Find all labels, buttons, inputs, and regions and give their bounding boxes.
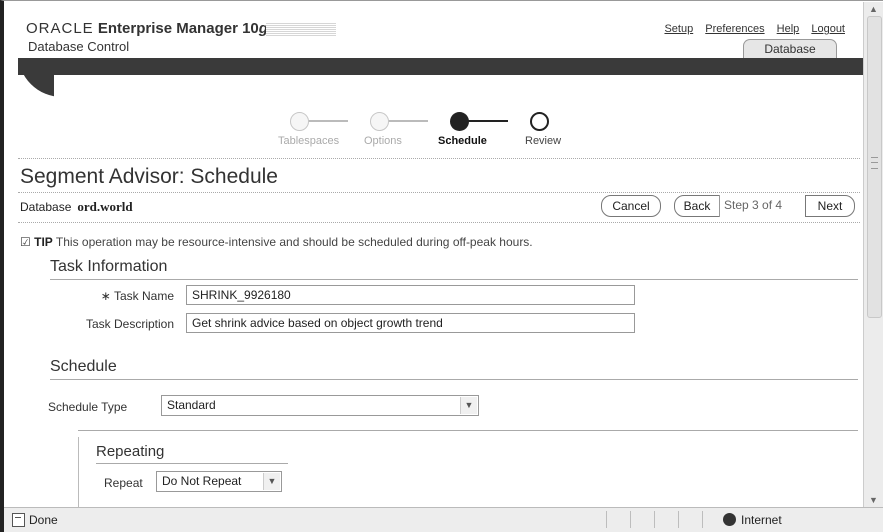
brand-subtitle: Database Control bbox=[28, 39, 130, 54]
train-connector bbox=[463, 120, 508, 122]
train-connector bbox=[383, 120, 428, 122]
status-text: Done bbox=[29, 513, 58, 527]
tip-text: This operation may be resource-intensive… bbox=[55, 235, 533, 249]
section-repeating: Repeating bbox=[96, 443, 165, 460]
page-title: Segment Advisor: Schedule bbox=[20, 165, 278, 188]
group-border bbox=[78, 437, 79, 507]
oracle-logo: ORACLE Enterprise Manager 10g bbox=[26, 20, 268, 37]
security-zone: Internet bbox=[741, 513, 782, 527]
scroll-up-icon[interactable]: ▲ bbox=[866, 2, 881, 16]
divider bbox=[18, 158, 860, 159]
train-label-schedule: Schedule bbox=[438, 135, 487, 147]
globe-icon bbox=[723, 513, 736, 526]
repeat-value: Do Not Repeat bbox=[162, 474, 242, 488]
divider bbox=[18, 222, 860, 223]
section-schedule: Schedule bbox=[50, 358, 117, 375]
train-label-review: Review bbox=[525, 135, 562, 147]
vertical-scrollbar[interactable]: ▲ ▼ bbox=[863, 2, 883, 507]
global-links: Setup Preferences Help Logout bbox=[655, 23, 845, 35]
chevron-down-icon[interactable]: ▼ bbox=[263, 473, 280, 490]
page-icon bbox=[12, 513, 25, 527]
train-step-schedule bbox=[450, 112, 469, 131]
scrollbar-thumb[interactable] bbox=[867, 16, 882, 318]
status-divider bbox=[702, 511, 703, 528]
train-step-review bbox=[530, 112, 549, 131]
back-button[interactable]: Back bbox=[674, 195, 720, 217]
help-link[interactable]: Help bbox=[777, 23, 800, 35]
database-value: ord.world bbox=[77, 199, 133, 214]
status-divider bbox=[654, 511, 655, 528]
checkmark-icon: ☑ bbox=[20, 235, 31, 249]
section-rule bbox=[50, 379, 858, 380]
train-step-options[interactable] bbox=[370, 112, 389, 131]
page-content: ORACLE Enterprise Manager 10g Database C… bbox=[8, 2, 867, 507]
schedule-type-select[interactable]: Standard ▼ bbox=[161, 395, 479, 416]
database-label: Database bbox=[20, 200, 72, 214]
train-step-tablespaces[interactable] bbox=[290, 112, 309, 131]
schedule-type-label: Schedule Type bbox=[48, 400, 128, 414]
section-rule bbox=[50, 279, 858, 280]
setup-link[interactable]: Setup bbox=[664, 23, 693, 35]
tip-message: ☑ TIP This operation may be resource-int… bbox=[20, 235, 533, 249]
task-name-field[interactable] bbox=[186, 285, 635, 305]
status-divider bbox=[630, 511, 631, 528]
step-indicator: Step 3 of 4 bbox=[724, 198, 783, 212]
section-rule bbox=[78, 430, 858, 431]
status-divider bbox=[678, 511, 679, 528]
brand-oracle: ORACLE bbox=[26, 20, 94, 37]
database-info: Database ord.world bbox=[20, 199, 133, 215]
tab-database[interactable]: Database bbox=[743, 39, 837, 59]
next-button[interactable]: Next bbox=[805, 195, 855, 217]
logout-link[interactable]: Logout bbox=[811, 23, 845, 35]
section-task-information: Task Information bbox=[50, 258, 168, 275]
scroll-down-icon[interactable]: ▼ bbox=[866, 493, 881, 507]
section-rule bbox=[96, 463, 288, 464]
repeat-select[interactable]: Do Not Repeat ▼ bbox=[156, 471, 282, 492]
schedule-type-value: Standard bbox=[167, 398, 216, 412]
train-connector bbox=[303, 120, 348, 122]
wizard-train: Tablespaces Options Schedule Review bbox=[278, 108, 618, 158]
train-label-options[interactable]: Options bbox=[364, 135, 402, 147]
train-label-tablespaces[interactable]: Tablespaces bbox=[278, 135, 339, 147]
repeat-label: Repeat bbox=[104, 476, 143, 490]
tip-label: TIP bbox=[34, 235, 53, 249]
brand-product: Enterprise Manager 10g bbox=[97, 20, 268, 37]
grip-icon bbox=[871, 157, 878, 169]
header-bar-curve bbox=[18, 75, 54, 97]
task-description-field[interactable] bbox=[186, 313, 635, 333]
header-bar bbox=[18, 58, 863, 75]
required-icon: ∗ bbox=[100, 289, 111, 303]
brand-stripe bbox=[266, 22, 336, 36]
divider bbox=[18, 192, 860, 193]
task-description-label: Task Description bbox=[85, 317, 174, 331]
browser-window: ORACLE Enterprise Manager 10g Database C… bbox=[0, 0, 883, 532]
status-divider bbox=[606, 511, 607, 528]
task-name-label: ∗ Task Name bbox=[100, 289, 174, 303]
cancel-button[interactable]: Cancel bbox=[601, 195, 661, 217]
chevron-down-icon[interactable]: ▼ bbox=[460, 397, 477, 414]
step-separator bbox=[719, 195, 720, 217]
status-bar: Done Internet bbox=[4, 507, 883, 532]
preferences-link[interactable]: Preferences bbox=[705, 23, 764, 35]
